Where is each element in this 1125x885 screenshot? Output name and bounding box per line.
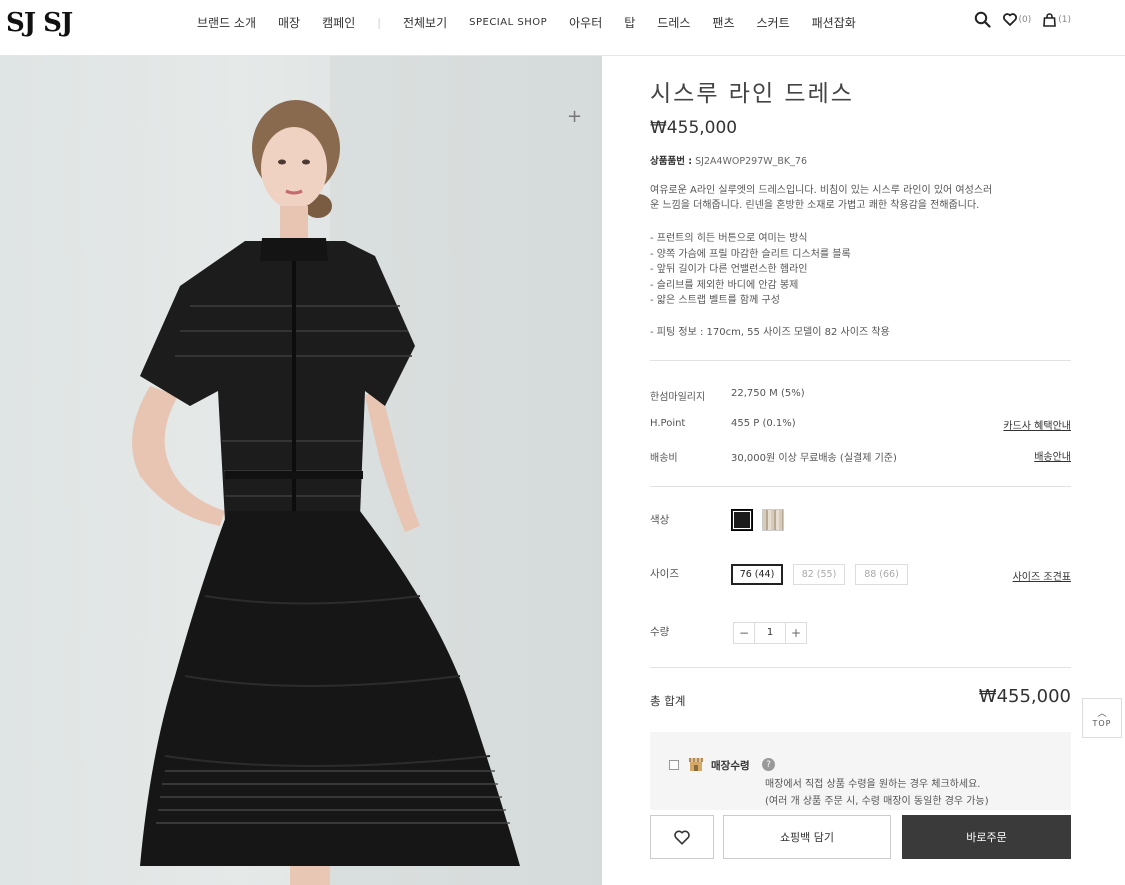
nav-dress[interactable]: 드레스 bbox=[657, 14, 690, 31]
feature-item: - 양쪽 가슴에 프릴 마감한 슬리트 디스처를 블록 bbox=[650, 248, 851, 260]
feature-item: - 앞뒤 길이가 다른 언밸런스한 헴라인 bbox=[650, 264, 808, 275]
help-icon[interactable]: ? bbox=[762, 758, 775, 771]
quantity-decrease-button[interactable]: − bbox=[734, 623, 754, 643]
store-pickup-title: 매장수령 bbox=[711, 760, 750, 772]
shipping-value: 30,000원 이상 무료배송 (실결제 기준) bbox=[731, 453, 897, 464]
store-pickup-box: 매장수령 ? 매장에서 직접 상품 수령을 원하는 경우 체크하세요. (여러 … bbox=[650, 732, 1071, 810]
fitting-info: - 피팅 정보 : 170cm, 55 사이즈 모델이 82 사이즈 착용 bbox=[650, 327, 890, 338]
scroll-top-label: TOP bbox=[1092, 718, 1112, 728]
heart-icon bbox=[674, 830, 690, 845]
feature-list: - 프런트의 히든 버튼으로 여미는 방식 - 양쪽 가슴에 프릴 마감한 슬리… bbox=[650, 231, 851, 309]
nav-top[interactable]: 탑 bbox=[624, 14, 635, 31]
zoom-plus-icon[interactable]: + bbox=[567, 108, 582, 126]
cart-count: (1) bbox=[1058, 14, 1071, 25]
description-line: 운 느낌을 더해줍니다. 린넨을 혼방한 소재로 가볍고 쾌한 착용감을 전해줍… bbox=[650, 200, 980, 211]
hpoint-label: H.Point bbox=[650, 418, 686, 429]
divider bbox=[650, 360, 1071, 361]
chevron-up-icon: ︿ bbox=[1097, 708, 1107, 719]
mileage-label: 한섬마일리지 bbox=[650, 392, 706, 403]
feature-item: - 얇은 스트랩 벨트를 함께 구성 bbox=[650, 295, 780, 306]
mileage-value: 22,750 M (5%) bbox=[731, 388, 805, 399]
shipping-info-link[interactable]: 배송안내 bbox=[1034, 448, 1071, 463]
nav-campaign[interactable]: 캠페인 bbox=[322, 14, 355, 31]
store-pickup-description: 매장에서 직접 상품 수령을 원하는 경우 체크하세요. (여러 개 상품 주문… bbox=[765, 776, 989, 810]
quantity-input[interactable]: 1 bbox=[754, 623, 786, 643]
wishlist-button[interactable]: (0) bbox=[1002, 13, 1032, 26]
model-illustration bbox=[132, 56, 602, 885]
shopping-bag-icon bbox=[1043, 12, 1057, 27]
size-label: 사이즈 bbox=[650, 568, 679, 580]
quantity-label: 수량 bbox=[650, 626, 670, 638]
color-label: 색상 bbox=[650, 514, 670, 526]
divider bbox=[650, 667, 1071, 668]
buy-now-button[interactable]: 바로주문 bbox=[902, 815, 1071, 859]
color-swatch-black[interactable] bbox=[731, 509, 753, 531]
size-option-88[interactable]: 88 (66) bbox=[855, 564, 908, 585]
heart-icon bbox=[1002, 13, 1017, 26]
main-nav: 브랜드 소개 매장 캠페인 | 전체보기 SPECIAL SHOP 아우터 탑 … bbox=[197, 14, 878, 31]
nav-brand[interactable]: 브랜드 소개 bbox=[197, 14, 256, 31]
search-button[interactable] bbox=[974, 11, 991, 28]
feature-item: - 프런트의 히든 버튼으로 여미는 방식 bbox=[650, 233, 808, 244]
nav-store[interactable]: 매장 bbox=[278, 14, 300, 31]
total-price: ₩455,000 bbox=[978, 686, 1071, 707]
header-utilities: (0) (1) bbox=[974, 11, 1071, 28]
site-header: SJ SJ 브랜드 소개 매장 캠페인 | 전체보기 SPECIAL SHOP … bbox=[0, 0, 1125, 56]
logo[interactable]: SJ SJ bbox=[6, 8, 73, 38]
feature-item: - 슬리브를 제외한 바디에 안감 봉제 bbox=[650, 279, 799, 291]
store-icon bbox=[689, 758, 703, 771]
search-icon bbox=[974, 11, 991, 28]
nav-special-shop[interactable]: SPECIAL SHOP bbox=[469, 17, 547, 28]
hpoint-value: 455 P (0.1%) bbox=[731, 418, 796, 429]
color-swatch-beige[interactable] bbox=[762, 509, 784, 531]
shipping-label: 배송비 bbox=[650, 453, 678, 464]
pickup-desc-line: 매장에서 직접 상품 수령을 원하는 경우 체크하세요. bbox=[765, 779, 981, 790]
scroll-top-button[interactable]: ︿ TOP bbox=[1082, 698, 1122, 738]
nav-accessories[interactable]: 패션잡화 bbox=[812, 14, 856, 31]
add-to-cart-button[interactable]: 쇼핑백 담기 bbox=[723, 815, 891, 859]
product-description: 여유로운 A라인 실루엣의 드레스입니다. 비침이 있는 시스루 라인이 있어 … bbox=[650, 183, 1071, 213]
description-line: 여유로운 A라인 실루엣의 드레스입니다. 비침이 있는 시스루 라인이 있어 … bbox=[650, 185, 993, 196]
size-chart-link[interactable]: 사이즈 조견표 bbox=[1013, 568, 1071, 583]
nav-outer[interactable]: 아우터 bbox=[569, 14, 602, 31]
cart-button[interactable]: (1) bbox=[1043, 12, 1071, 27]
size-option-82[interactable]: 82 (55) bbox=[793, 564, 845, 585]
wishlist-count: (0) bbox=[1018, 14, 1032, 25]
product-code-label: 상품품번 : bbox=[650, 156, 693, 167]
size-option-76[interactable]: 76 (44) bbox=[731, 564, 783, 585]
product-image[interactable]: + bbox=[0, 56, 602, 885]
store-pickup-checkbox[interactable] bbox=[669, 760, 679, 770]
product-title: 시스루 라인 드레스 bbox=[650, 81, 854, 107]
nav-all[interactable]: 전체보기 bbox=[403, 14, 447, 31]
product-code: 상품품번 : SJ2A4WOP297W_BK_76 bbox=[650, 153, 807, 167]
add-to-wishlist-button[interactable] bbox=[650, 815, 714, 859]
nav-divider: | bbox=[377, 16, 381, 29]
nav-skirt[interactable]: 스커트 bbox=[757, 14, 790, 31]
quantity-increase-button[interactable]: + bbox=[786, 623, 806, 643]
nav-pants[interactable]: 팬츠 bbox=[712, 14, 734, 31]
quantity-stepper: − 1 + bbox=[733, 622, 807, 644]
card-benefit-link[interactable]: 카드사 혜택안내 bbox=[1003, 417, 1071, 432]
divider bbox=[650, 486, 1071, 487]
total-label: 총 합계 bbox=[650, 694, 686, 708]
product-code-value: SJ2A4WOP297W_BK_76 bbox=[695, 156, 807, 167]
product-price: ₩455,000 bbox=[650, 118, 738, 138]
pickup-desc-line: (여러 개 상품 주문 시, 수령 매장이 동일한 경우 가능) bbox=[765, 796, 989, 807]
